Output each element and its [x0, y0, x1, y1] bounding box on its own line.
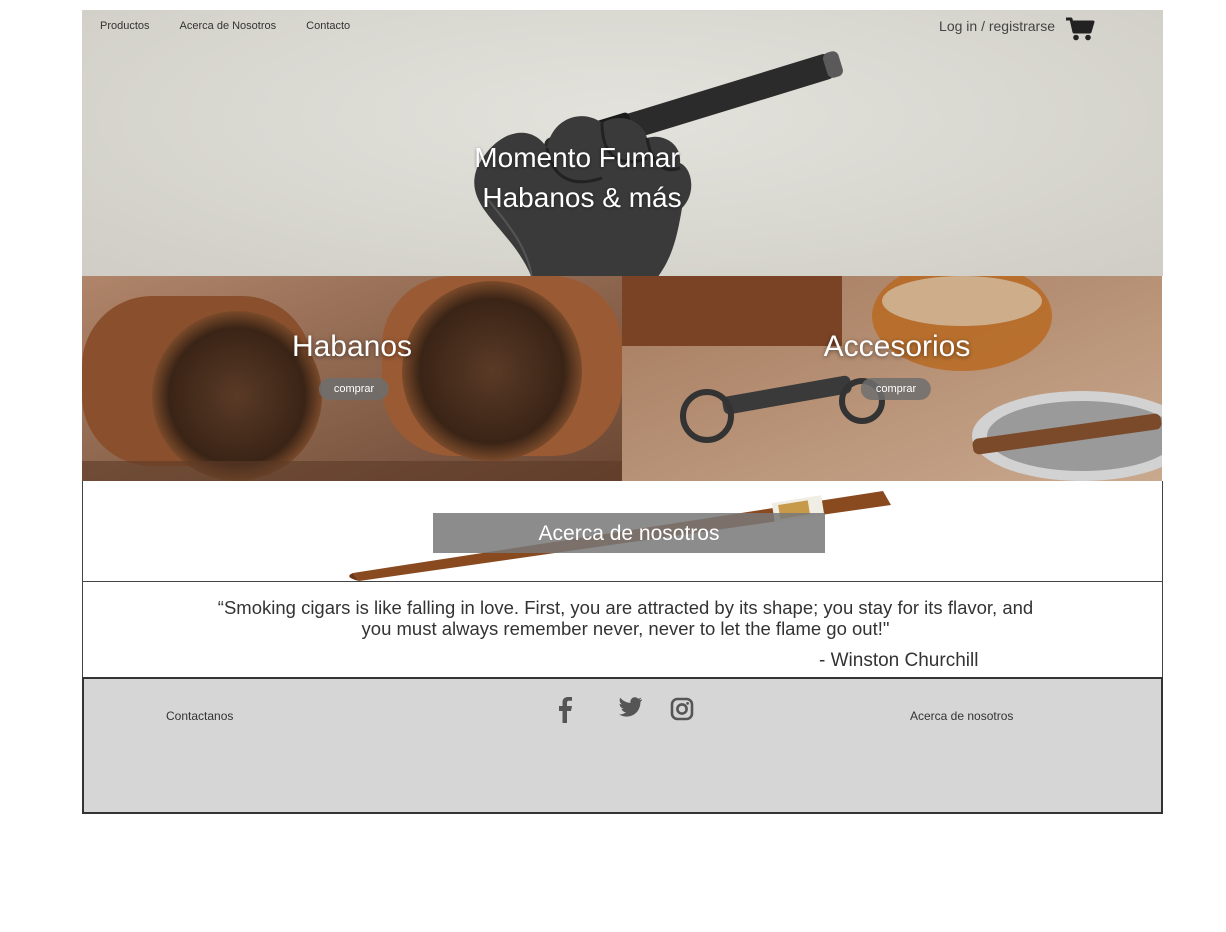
card-accesorios: Accesorios comprar [622, 276, 1162, 481]
category-cards: Habanos comprar Accesorios comprar [82, 276, 1163, 481]
instagram-icon[interactable] [670, 697, 694, 726]
nav-item-acerca[interactable]: Acerca de Nosotros [180, 20, 277, 32]
shopping-cart-icon[interactable] [1065, 16, 1095, 47]
comprar-habanos-button[interactable]: comprar [318, 378, 390, 400]
top-nav: Productos Acerca de Nosotros Contacto [100, 20, 380, 32]
footer-about-link[interactable]: Acerca de nosotros [910, 709, 1013, 723]
quote-text: “Smoking cigars is like falling in love.… [217, 597, 1034, 639]
facebook-icon[interactable] [558, 697, 572, 728]
quote-author: - Winston Churchill [819, 650, 979, 671]
card-habanos: Habanos comprar [82, 276, 622, 481]
hero-title: Momento Fumar Habanos & más [82, 138, 1082, 218]
acerca-de-nosotros-button[interactable]: Acerca de nosotros [433, 513, 825, 553]
footer-contact-link[interactable]: Contactanos [166, 709, 233, 723]
hero-title-line1: Momento Fumar [474, 142, 680, 173]
footer: Contactanos Acerca de nosotros [82, 677, 1163, 814]
about-banner: Acerca de nosotros [82, 481, 1163, 582]
quote-section: “Smoking cigars is like falling in love.… [82, 582, 1163, 677]
card-accesorios-title: Accesorios [823, 330, 971, 363]
card-habanos-title: Habanos [291, 330, 413, 363]
site-container: Productos Acerca de Nosotros Contacto Lo… [82, 10, 1163, 814]
hero-banner: Productos Acerca de Nosotros Contacto Lo… [82, 10, 1163, 276]
comprar-accesorios-button[interactable]: comprar [860, 378, 932, 400]
hero-title-line2: Habanos & más [482, 182, 682, 213]
login-register-link[interactable]: Log in / registrarse [939, 18, 1055, 34]
nav-item-contacto[interactable]: Contacto [306, 20, 350, 32]
twitter-icon[interactable] [618, 697, 642, 722]
nav-item-productos[interactable]: Productos [100, 20, 150, 32]
